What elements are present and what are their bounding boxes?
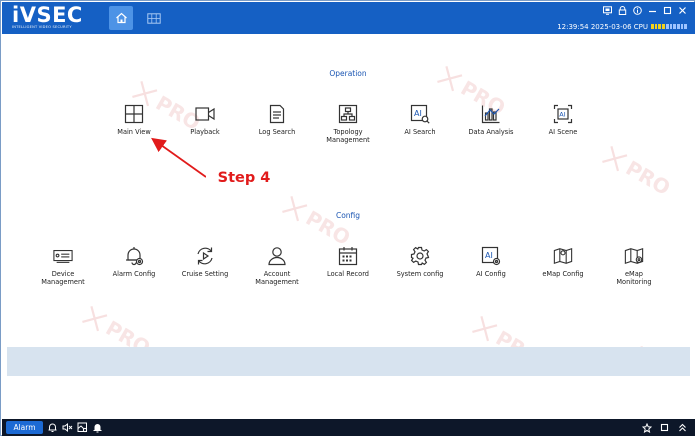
logo-tagline: INTELLIGENT VIDEO SECURITY <box>12 25 72 29</box>
cpu-usage-bar <box>651 24 688 29</box>
info-icon[interactable] <box>633 5 642 15</box>
device-management-tile[interactable]: Device Management <box>28 246 98 286</box>
ai-config-tile[interactable]: AI AI Config <box>456 246 526 279</box>
logo-text: iVSEC <box>12 3 83 27</box>
ai-scene-tile[interactable]: AI AI Scene <box>528 104 598 137</box>
svg-text:AI: AI <box>485 251 493 260</box>
playback-tile[interactable]: Playback <box>170 104 240 137</box>
account-management-tile[interactable]: Account Management <box>242 246 312 286</box>
cruise-setting-tile[interactable]: Cruise Setting <box>170 246 240 279</box>
system-config-label: System config <box>396 270 444 278</box>
account-management-label: Account Management <box>255 270 299 286</box>
config-section-title: Config <box>335 211 361 220</box>
emap-config-tile[interactable]: eMap Config <box>528 246 598 279</box>
emap-monitoring-icon <box>624 246 644 266</box>
cpu-bar-segment <box>676 24 680 29</box>
topology-icon <box>338 104 358 124</box>
ai-search-icon: AI <box>410 104 430 124</box>
ivsec-logo: iVSEC INTELLIGENT VIDEO SECURITY <box>12 3 92 32</box>
main-view-tile[interactable]: Main View <box>99 104 169 137</box>
alarm-config-tile[interactable]: Alarm Config <box>99 246 169 279</box>
alarm-button[interactable]: Alarm <box>6 421 43 434</box>
device-management-label: Device Management <box>41 270 85 286</box>
ai-config-label: AI Config <box>476 270 506 278</box>
data-analysis-label: Data Analysis <box>468 128 514 136</box>
cpu-bar-segment <box>654 24 658 29</box>
local-record-icon <box>338 246 358 266</box>
app-window: iVSEC INTELLIGENT VIDEO SECURITY 12:39:5… <box>0 0 695 436</box>
topology-management-label: Topology Management <box>326 128 370 144</box>
cpu-bar-segment <box>684 24 688 29</box>
screen-icon[interactable] <box>603 5 612 15</box>
local-record-tile[interactable]: Local Record <box>313 246 383 279</box>
emap-monitoring-tile[interactable]: eMap Monitoring <box>599 246 669 286</box>
title-bar: iVSEC INTELLIGENT VIDEO SECURITY 12:39:5… <box>2 2 695 34</box>
speaker-mute-icon[interactable] <box>62 422 73 433</box>
data-analysis-icon <box>481 104 501 124</box>
chevron-up-icon[interactable] <box>677 422 688 433</box>
topology-management-tile[interactable]: Topology Management <box>313 104 383 144</box>
operation-section-title: Operation <box>329 69 367 78</box>
minimize-icon[interactable] <box>648 6 657 15</box>
notification-bell-icon[interactable] <box>92 422 103 433</box>
ai-scene-icon: AI <box>553 104 573 124</box>
playback-icon <box>195 104 215 124</box>
playback-label: Playback <box>190 128 220 136</box>
cpu-bar-segment <box>662 24 665 29</box>
close-icon[interactable] <box>678 6 687 15</box>
status-readout: 12:39:54 2025-03-06 CPU <box>557 21 688 32</box>
maximize-icon[interactable] <box>663 6 672 15</box>
lock-icon[interactable] <box>618 5 627 15</box>
device-management-icon <box>53 246 73 266</box>
footer-controls <box>641 421 688 434</box>
step-label: Step 4 <box>206 162 282 194</box>
log-search-icon <box>267 104 287 124</box>
cpu-bar-segment <box>680 24 684 29</box>
home-icon <box>115 12 127 24</box>
main-menu: PRO PRO PRO PRO PRO PRO Operation Main V… <box>2 34 695 419</box>
svg-text:AI: AI <box>414 109 422 118</box>
svg-text:PRO: PRO <box>622 156 675 200</box>
log-search-tile[interactable]: Log Search <box>242 104 312 137</box>
info-strip <box>7 347 690 376</box>
live-screen-tab[interactable] <box>145 10 163 26</box>
footer-tools <box>47 421 103 434</box>
data-analysis-tile[interactable]: Data Analysis <box>456 104 526 137</box>
system-config-icon <box>410 246 430 266</box>
alarm-bell-icon[interactable] <box>47 422 58 433</box>
cruise-setting-icon <box>195 246 215 266</box>
log-search-label: Log Search <box>258 128 296 136</box>
ai-search-label: AI Search <box>404 128 436 136</box>
emap-monitoring-label: eMap Monitoring <box>616 270 652 286</box>
cpu-bar-segment <box>658 24 662 29</box>
ai-scene-label: AI Scene <box>548 128 578 136</box>
ai-config-icon: AI <box>481 246 501 266</box>
ai-search-tile[interactable]: AI AI Search <box>385 104 455 137</box>
emap-config-icon <box>553 246 573 266</box>
cpu-bar-segment <box>651 24 654 29</box>
local-record-label: Local Record <box>327 270 369 278</box>
window-controls <box>603 4 687 16</box>
cpu-bar-segment <box>673 24 676 29</box>
image-search-icon[interactable] <box>77 422 88 433</box>
step-label-text: Step 4 <box>217 170 271 186</box>
pin-icon[interactable] <box>641 422 652 433</box>
cpu-bar-segment <box>669 24 673 29</box>
clock-and-cpu-text: 12:39:54 2025-03-06 CPU <box>557 22 648 31</box>
alarm-config-label: Alarm Config <box>112 270 156 278</box>
cpu-bar-segment <box>665 24 669 29</box>
account-management-icon <box>267 246 287 266</box>
emap-config-label: eMap Config <box>542 270 584 278</box>
cruise-setting-label: Cruise Setting <box>181 270 229 278</box>
main-view-label: Main View <box>117 128 151 136</box>
main-view-icon <box>124 104 144 124</box>
square-icon[interactable] <box>659 422 670 433</box>
svg-text:AI: AI <box>559 111 565 119</box>
screen-layout-icon <box>147 12 161 24</box>
home-tab[interactable] <box>109 6 133 30</box>
system-config-tile[interactable]: System config <box>385 246 455 279</box>
alarm-config-icon <box>124 246 144 266</box>
status-bar: Alarm <box>2 419 695 436</box>
